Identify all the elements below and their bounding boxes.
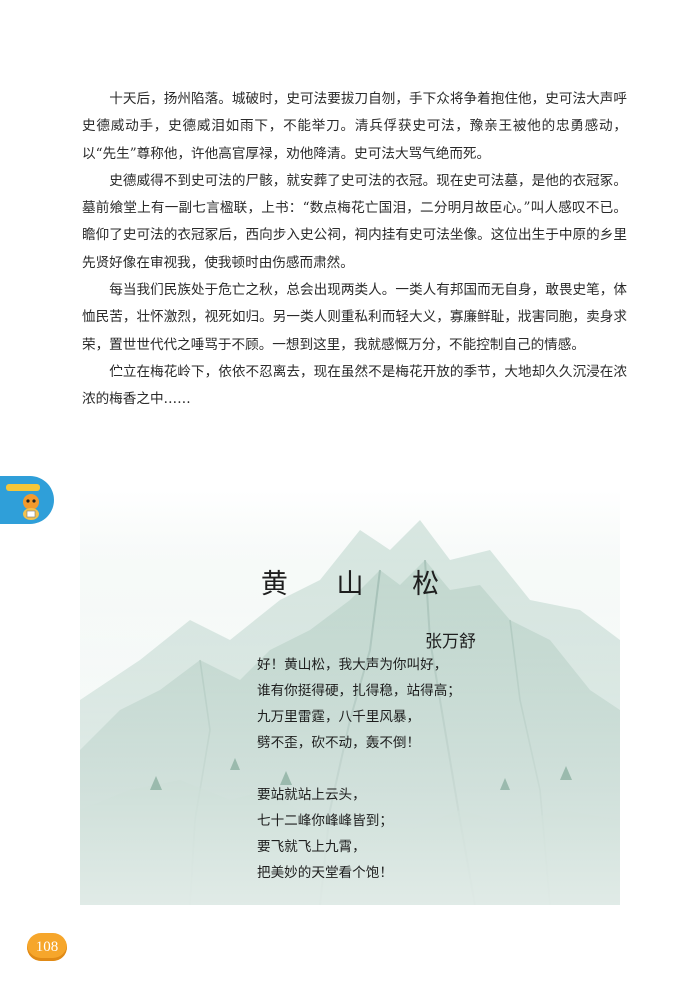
- poem-body: 好！黄山松，我大声为你叫好， 谁有你挺得硬，扎得稳，站得高； 九万里雷霆，八千里…: [257, 652, 577, 912]
- poem-author: 张万舒: [425, 632, 476, 652]
- poem-line: 七十二峰你峰峰皆到；: [257, 813, 393, 829]
- page-number-badge: 108: [27, 933, 67, 961]
- poem-line: 把美妙的天堂看个饱！: [257, 865, 393, 881]
- chapter-side-tab: [0, 476, 54, 524]
- paragraph: 伫立在梅花岭下，依依不忍离去，现在虽然不是梅花开放的季节，大地却久久沉浸在浓浓的…: [82, 363, 627, 408]
- article-text: 十天后，扬州陷落。城破时，史可法要拔刀自刎，手下众将争着抱住他，史可法大声呼史德…: [82, 86, 627, 414]
- poem-title: 黄 山 松: [260, 569, 460, 600]
- mascot-icon: [23, 494, 39, 520]
- poem-stanza: 好！黄山松，我大声为你叫好， 谁有你挺得硬，扎得稳，站得高； 九万里雷霆，八千里…: [257, 652, 577, 756]
- tab-stripe: [6, 484, 40, 491]
- poem-stanza: 要站就站上云头， 七十二峰你峰峰皆到； 要飞就飞上九霄， 把美妙的天堂看个饱！: [257, 782, 577, 886]
- poem-line: 谁有你挺得硬，扎得稳，站得高；: [257, 683, 461, 699]
- paragraph: 每当我们民族处于危亡之秋，总会出现两类人。一类人有邦国而无自身，敢畏史笔，体恤民…: [82, 282, 627, 353]
- poem-line: 要飞就飞上九霄，: [257, 839, 366, 855]
- poem-line: 要站就站上云头，: [257, 787, 366, 803]
- poem-line: 好！黄山松，我大声为你叫好，: [257, 657, 448, 673]
- paragraph: 史德威得不到史可法的尸骸，就安葬了史可法的衣冠。现在史可法墓，是他的衣冠冢。墓前…: [82, 172, 627, 271]
- poem-line: 九万里雷霆，八千里风暴，: [257, 709, 421, 725]
- paragraph: 十天后，扬州陷落。城破时，史可法要拔刀自刎，手下众将争着抱住他，史可法大声呼史德…: [82, 91, 627, 162]
- poem-line: 劈不歪，砍不动，轰不倒！: [257, 735, 421, 751]
